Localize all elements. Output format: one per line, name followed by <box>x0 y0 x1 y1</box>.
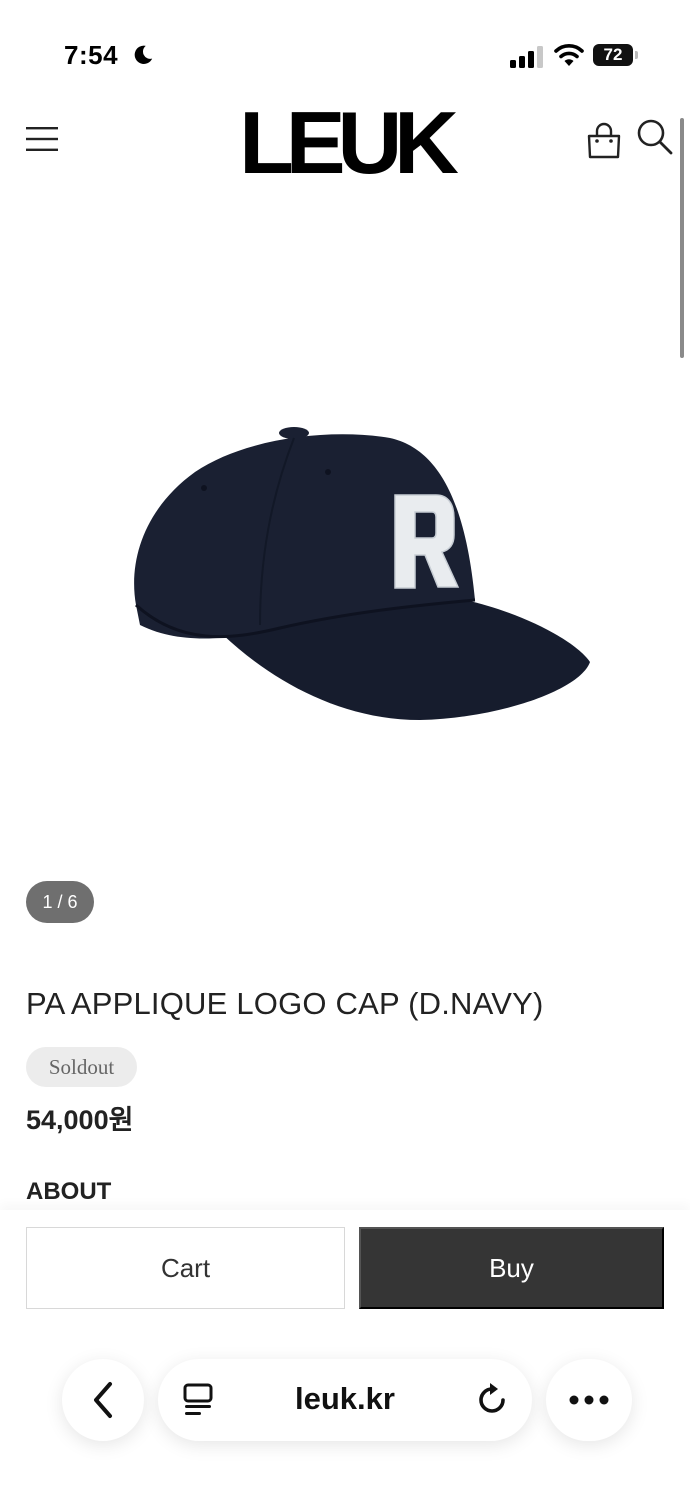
shopping-bag-icon[interactable] <box>585 122 623 160</box>
reload-icon[interactable] <box>474 1382 510 1418</box>
moon-icon <box>134 45 153 64</box>
page-scrollbar[interactable] <box>680 118 684 358</box>
browser-more-button[interactable] <box>546 1359 632 1441</box>
brand-logo[interactable]: LEUK <box>238 99 459 187</box>
cart-button[interactable]: Cart <box>26 1227 345 1309</box>
more-icon <box>569 1395 609 1405</box>
address-bar[interactable]: leuk.kr <box>158 1359 532 1441</box>
search-icon[interactable] <box>636 118 674 156</box>
site-header: LEUK <box>0 99 690 190</box>
product-title: PA APPLIQUE LOGO CAP (D.NAVY) <box>26 986 544 1021</box>
status-time: 7:54 <box>64 40 119 70</box>
battery-icon: 72 <box>593 44 638 66</box>
buy-button[interactable]: Buy <box>359 1227 664 1309</box>
signal-icon <box>510 46 543 68</box>
product-price: 54,000원 <box>26 1105 134 1135</box>
battery-level: 72 <box>603 45 623 64</box>
browser-back-button[interactable] <box>62 1359 144 1441</box>
status-badge: Soldout <box>26 1047 137 1087</box>
about-heading: ABOUT <box>26 1178 112 1205</box>
back-icon <box>94 1382 112 1418</box>
image-counter: 1 / 6 <box>26 881 94 923</box>
purchase-bar: Cart Buy <box>0 1210 690 1500</box>
wifi-icon <box>554 44 584 66</box>
status-bar: 7:54 72 <box>0 0 690 100</box>
product-image[interactable] <box>120 400 600 740</box>
menu-icon[interactable] <box>26 126 58 152</box>
